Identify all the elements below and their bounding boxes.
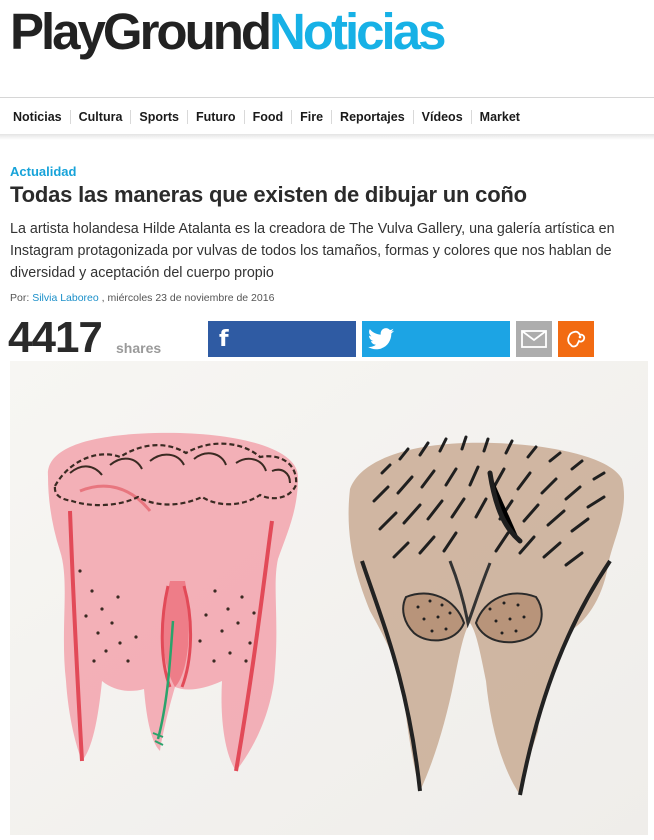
byline: Por: Silvia Laboreo , miércoles 23 de no… [10, 292, 274, 304]
twitter-share-button[interactable] [362, 321, 510, 357]
mail-icon [521, 330, 547, 348]
nav-divider [0, 97, 654, 98]
nav-item-reportajes[interactable]: Reportajes [332, 110, 414, 124]
site-logo[interactable]: PlayGroundNoticias [10, 2, 446, 62]
byline-prefix: Por: [10, 292, 33, 304]
email-share-button[interactable] [516, 321, 552, 357]
nav-item-futuro[interactable]: Futuro [188, 110, 245, 124]
nav-item-noticias[interactable]: Noticias [5, 110, 71, 124]
article-title: Todas las maneras que existen de dibujar… [10, 182, 527, 207]
twitter-icon [368, 328, 394, 350]
nav-item-videos[interactable]: Vídeos [414, 110, 472, 124]
nav-item-food[interactable]: Food [245, 110, 293, 124]
nav-shadow [0, 134, 654, 140]
nav-item-sports[interactable]: Sports [131, 110, 188, 124]
other-share-button[interactable] [558, 321, 594, 357]
article-summary: La artista holandesa Hilde Atalanta es l… [10, 221, 615, 281]
article-category[interactable]: Actualidad [10, 164, 76, 179]
logo-noticias: Noticias [269, 3, 446, 60]
author-link[interactable]: Silvia Laboreo [32, 292, 99, 304]
facebook-icon: f [219, 326, 229, 352]
logo-playground: PlayGround [10, 3, 272, 60]
share-other-icon [567, 330, 586, 348]
nav-item-market[interactable]: Market [472, 110, 528, 124]
facebook-share-button[interactable]: f [208, 321, 356, 357]
publish-date: , miércoles 23 de noviembre de 2016 [98, 292, 275, 304]
share-count: 4417 [8, 313, 103, 362]
article-illustration [10, 361, 648, 835]
share-count-label: shares [116, 340, 162, 356]
nav-item-cultura[interactable]: Cultura [71, 110, 132, 124]
main-nav: Noticias Cultura Sports Futuro Food Fire… [0, 100, 654, 134]
nav-item-fire[interactable]: Fire [292, 110, 333, 124]
